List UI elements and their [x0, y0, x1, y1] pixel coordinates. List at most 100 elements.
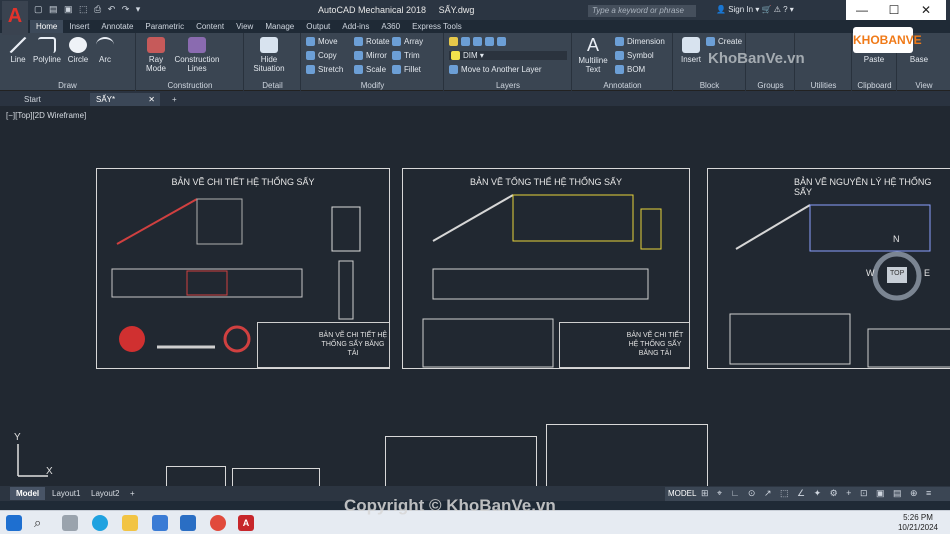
drawing-thumbnail[interactable] — [232, 468, 320, 486]
drawing-sheet-detail[interactable]: BẢN VẼ CHI TIẾT HỆ THỐNG SẤY BẢN VẼ CHI … — [96, 168, 390, 369]
draw-panel-label[interactable]: Draw — [0, 81, 135, 90]
autocad-app-icon[interactable]: A — [2, 1, 28, 35]
drawing-sheet-lower-left[interactable] — [385, 436, 537, 486]
system-clock[interactable]: 5:26 PM 10/21/2024 — [898, 513, 938, 533]
layer-tools-row[interactable] — [449, 37, 509, 47]
ribbon-tab-view[interactable]: View — [230, 20, 259, 33]
copyright-watermark: Copyright © KhoBanVe.vn — [344, 496, 556, 515]
title-block-text: BẢN VẼ CHI TIẾT HỆ THỐNG SẤY BĂNG TẢI — [626, 332, 684, 357]
drawing-viewport[interactable]: [−][Top][2D Wireframe] BẢN VẼ CHI TIẾT H… — [0, 106, 950, 486]
minimize-icon[interactable]: — — [846, 0, 878, 20]
fillet-tool[interactable]: Fillet — [392, 65, 421, 75]
ribbon-tab-add-ins[interactable]: Add-ins — [336, 20, 375, 33]
ucs-icon: Y X — [12, 432, 62, 482]
hide-situation-tool[interactable]: Hide Situation — [249, 37, 289, 73]
search-icon[interactable]: ⌕ — [34, 515, 50, 531]
close-icon[interactable]: ✕ — [910, 0, 942, 20]
layer-dropdown[interactable]: DIM ▾ — [449, 51, 567, 61]
title-block: BẢN VẼ CHI TIẾT HỆ THỐNG SẤY BĂNG TẢI — [257, 322, 390, 368]
ribbon-tab-a360[interactable]: A360 — [375, 20, 406, 33]
compass-west: W — [866, 268, 875, 278]
watermark-text: KhoBanVe.vn — [708, 50, 805, 67]
move-to-another-layer-tool[interactable]: Move to Another Layer — [449, 65, 542, 75]
create-block-tool[interactable]: Create — [706, 37, 742, 47]
construction-panel-label[interactable]: Construction — [137, 81, 243, 90]
layers-panel-label[interactable]: Layers — [445, 81, 571, 90]
tab-model[interactable]: Model — [10, 487, 46, 500]
task-view-icon[interactable] — [62, 515, 78, 531]
annotation-panel: A Multiline Text Dimension Symbol BOM Ann… — [573, 33, 673, 91]
viewport-controls[interactable]: [−][Top][2D Wireframe] — [6, 111, 86, 120]
rotate-tool[interactable]: Rotate — [354, 37, 390, 47]
autocad-taskbar-icon[interactable]: A — [238, 515, 254, 531]
ray-mode-tool[interactable]: Ray Mode — [141, 37, 171, 73]
edge-browser-icon[interactable] — [92, 515, 108, 531]
quick-access-toolbar[interactable]: ▢ ▤ ▣ ⬚ ⎙ ↶ ↷ ▾ — [34, 4, 142, 15]
base-view-tool[interactable]: Base — [904, 55, 934, 64]
add-layout-button[interactable]: + — [124, 487, 141, 500]
insert-block-tool[interactable]: Insert — [678, 37, 704, 64]
ribbon-tab-home[interactable]: Home — [30, 20, 64, 33]
dimension-tool[interactable]: Dimension — [615, 37, 665, 47]
array-tool[interactable]: Array — [392, 37, 423, 47]
multiline-text-tool[interactable]: A Multiline Text — [575, 35, 611, 74]
polyline-tool[interactable]: Polyline — [32, 37, 62, 64]
ribbon-tab-parametric[interactable]: Parametric — [139, 20, 190, 33]
ribbon-tab-insert[interactable]: Insert — [63, 20, 95, 33]
viewcube[interactable]: N W E TOP — [866, 234, 930, 302]
ribbon-tab-output[interactable]: Output — [300, 20, 336, 33]
document-tabs: Start SẤY* ✕ + — [0, 91, 950, 106]
ribbon-tab-express-tools[interactable]: Express Tools — [406, 20, 468, 33]
mirror-tool[interactable]: Mirror — [354, 51, 387, 61]
ribbon-tabs: Home Insert Annotate Parametric Content View M… — [30, 20, 468, 33]
store-icon[interactable] — [152, 515, 168, 531]
block-panel-label[interactable]: Block — [674, 81, 745, 90]
arc-tool[interactable]: Arc — [94, 37, 116, 64]
new-tab-button[interactable]: + — [166, 93, 182, 106]
view-panel-label[interactable]: View — [898, 81, 950, 90]
bom-tool[interactable]: BOM — [615, 65, 645, 75]
copy-tool[interactable]: Copy — [306, 51, 337, 61]
scale-tool[interactable]: Scale — [354, 65, 386, 75]
stretch-tool[interactable]: Stretch — [306, 65, 343, 75]
file-name: SẤY.dwg — [438, 5, 475, 15]
title-block: BẢN VẼ CHI TIẾT HỆ THỐNG SẤY BĂNG TẢI — [559, 322, 690, 368]
modify-panel-label[interactable]: Modify — [302, 81, 443, 90]
app-title: AutoCAD Mechanical 2018 — [318, 5, 427, 15]
khobanve-logo: KHOBANVE — [853, 27, 922, 53]
ribbon-tab-annotate[interactable]: Annotate — [95, 20, 139, 33]
move-tool[interactable]: Move — [306, 37, 338, 47]
trim-tool[interactable]: Trim — [392, 51, 420, 61]
ribbon-tab-manage[interactable]: Manage — [259, 20, 300, 33]
utilities-panel-label[interactable]: Utilities — [796, 81, 851, 90]
construction-lines-tool[interactable]: Construction Lines — [173, 37, 221, 73]
sign-in-button[interactable]: 👤 Sign In ▾ 🛒 ⚠ ? ▾ — [716, 5, 794, 14]
doc-tab-drawing[interactable]: SẤY* ✕ — [90, 93, 160, 106]
ribbon-tab-content[interactable]: Content — [190, 20, 230, 33]
symbol-tool[interactable]: Symbol — [615, 51, 654, 61]
drawing-sheet-lower-right[interactable] — [546, 424, 708, 486]
file-explorer-icon[interactable] — [122, 515, 138, 531]
model-space-button[interactable]: MODEL — [668, 489, 696, 498]
window-controls: — ☐ ✕ — [846, 0, 946, 20]
mail-icon[interactable] — [180, 515, 196, 531]
chrome-icon[interactable] — [210, 515, 226, 531]
paste-tool[interactable]: Paste — [857, 55, 891, 64]
doc-tab-start[interactable]: Start — [18, 93, 90, 106]
groups-panel-label[interactable]: Groups — [747, 81, 794, 90]
line-tool[interactable]: Line — [6, 37, 30, 64]
search-input[interactable]: Type a keyword or phrase — [588, 5, 696, 17]
annotation-panel-label[interactable]: Annotation — [573, 81, 672, 90]
detail-panel-label[interactable]: Detail — [245, 81, 300, 90]
tab-layout1[interactable]: Layout1 — [46, 487, 86, 500]
tab-layout2[interactable]: Layout2 — [85, 487, 125, 500]
windows-start-icon[interactable] — [6, 515, 22, 531]
status-toggles[interactable]: ⊞ ⌖ ∟ ⊙ ↗ ⬚ ∠ ✦ ⚙ + ⊡ ▣ ▤ ⊕ ≡ — [701, 488, 934, 499]
maximize-icon[interactable]: ☐ — [878, 0, 910, 20]
drawing-thumbnail[interactable] — [166, 466, 226, 486]
circle-tool[interactable]: Circle — [64, 37, 92, 64]
close-tab-icon[interactable]: ✕ — [148, 93, 155, 106]
drawing-sheet-overview[interactable]: BẢN VẼ TỔNG THỂ HỆ THỐNG SẤY BẢN VẼ CHI … — [402, 168, 690, 369]
viewcube-top-face[interactable]: TOP — [890, 270, 904, 277]
clipboard-panel-label[interactable]: Clipboard — [853, 81, 896, 90]
